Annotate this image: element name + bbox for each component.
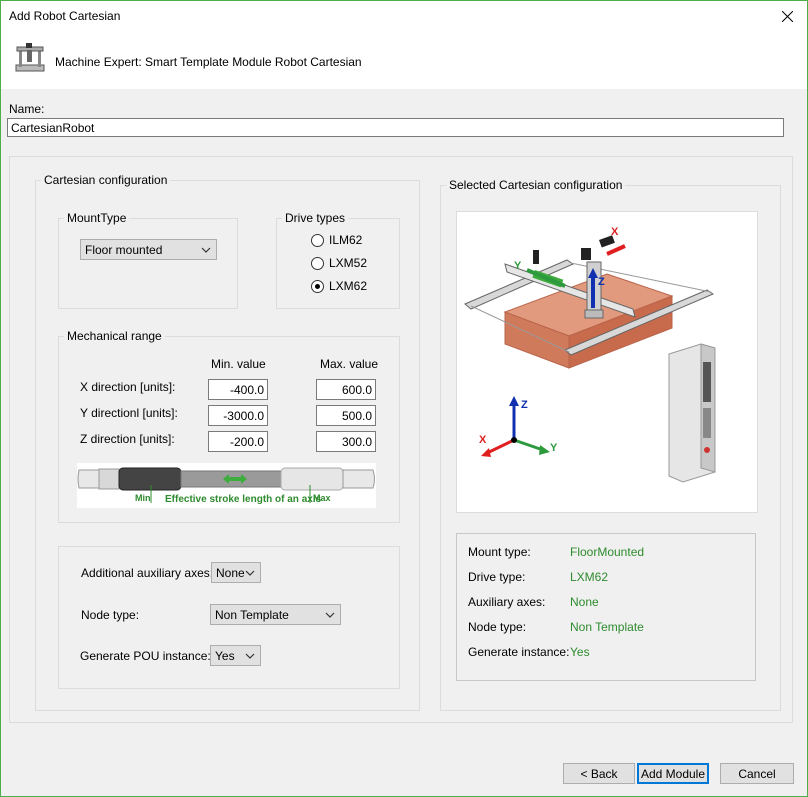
node-type-value: Non Template [215, 608, 289, 622]
mount-type-dropdown[interactable]: Floor mounted [80, 239, 217, 260]
back-button[interactable]: < Back [563, 763, 635, 784]
close-button[interactable] [767, 1, 807, 31]
robot-y-axis-label: Y [514, 260, 522, 272]
summary-value-node-type: Non Template [570, 620, 644, 634]
node-type-dropdown[interactable]: Non Template [210, 604, 341, 625]
aux-axes-dropdown[interactable]: None [211, 562, 261, 583]
node-type-label: Node type: [81, 608, 140, 622]
stroke-caption: Effective stroke length of an axis [165, 494, 322, 505]
summary-value-drive-type: LXM62 [570, 570, 609, 584]
aux-axes-value: None [216, 566, 245, 580]
x-direction-label: X direction [units]: [80, 380, 176, 394]
summary-label-mount-type: Mount type: [468, 545, 531, 559]
radio-button[interactable] [311, 233, 324, 247]
summary-value-aux-axes: None [570, 595, 599, 609]
y-max-field[interactable]: 500.0 [316, 405, 376, 426]
generate-pou-dropdown[interactable]: Yes [210, 645, 261, 666]
radio-button[interactable] [311, 256, 324, 270]
triad-y-label: Y [550, 442, 558, 454]
summary-value-generate-instance: Yes [570, 645, 590, 659]
drive-radio-lxm62[interactable]: LXM62 [311, 279, 367, 293]
summary-label-aux-axes: Auxiliary axes: [468, 595, 546, 609]
robot-x-axis-label: X [611, 226, 619, 238]
y-min-field[interactable]: -3000.0 [208, 405, 268, 426]
name-label: Name: [9, 102, 45, 116]
y-direction-label: Y directionl [units]: [80, 406, 178, 420]
summary-label-node-type: Node type: [468, 620, 527, 634]
z-min-field[interactable]: -200.0 [208, 431, 268, 452]
aux-axes-label: Additional auxiliary axes: [81, 566, 214, 580]
chevron-down-icon [245, 653, 255, 659]
cartesian-configuration-legend: Cartesian configuration [44, 173, 168, 187]
title-bar: Add Robot Cartesian [1, 1, 807, 31]
max-value-header: Max. value [320, 357, 379, 371]
chevron-down-icon [325, 612, 335, 618]
summary-label-generate-instance: Generate instance: [468, 645, 570, 659]
triad-x-label: X [479, 434, 487, 446]
name-input[interactable] [7, 118, 784, 137]
z-direction-label: Z direction [units]: [80, 432, 175, 446]
mount-type-group: MountType [58, 211, 238, 309]
robot-z-axis-label: Z [598, 276, 605, 288]
chevron-down-icon [245, 570, 255, 576]
drive-label-lxm52: LXM52 [329, 256, 368, 270]
z-max-field[interactable]: 300.0 [316, 431, 376, 452]
drive-types-legend: Drive types [285, 211, 346, 225]
stroke-length-image: Min Max Effective stroke length of an ax… [77, 463, 376, 508]
generate-pou-value: Yes [215, 649, 235, 663]
drive-radio-lxm52[interactable]: LXM52 [311, 256, 367, 270]
window-title: Add Robot Cartesian [9, 9, 121, 23]
stroke-min-label: Min [135, 493, 151, 503]
header-banner: Machine Expert: Smart Template Module Ro… [1, 31, 807, 89]
dialog-window: Add Robot Cartesian Machine Expert: Smar… [0, 0, 808, 797]
triad-z-label: Z [521, 399, 528, 411]
drive-label-ilm62: ILM62 [329, 233, 363, 247]
cartesian-robot-illustration [464, 235, 716, 483]
add-module-button[interactable]: Add Module [637, 763, 709, 784]
header-title: Machine Expert: Smart Template Module Ro… [55, 55, 362, 69]
drive-radio-ilm62[interactable]: ILM62 [311, 233, 362, 247]
robot-cartesian-icon [15, 43, 45, 72]
radio-button-selected[interactable] [311, 279, 324, 293]
x-max-field[interactable]: 600.0 [316, 379, 376, 400]
drive-label-lxm62: LXM62 [329, 279, 368, 293]
mechanical-range-legend: Mechanical range [67, 329, 162, 343]
x-min-field[interactable]: -400.0 [208, 379, 268, 400]
mount-type-legend: MountType [67, 211, 127, 225]
summary-label-drive-type: Drive type: [468, 570, 526, 584]
robot-preview-image: X Y Z Z X Y [456, 211, 758, 513]
min-value-header: Min. value [211, 357, 266, 371]
mount-type-value: Floor mounted [85, 243, 163, 257]
selected-configuration-legend: Selected Cartesian configuration [449, 178, 623, 192]
generate-pou-label: Generate POU instance: [80, 649, 211, 663]
summary-value-mount-type: FloorMounted [570, 545, 645, 559]
cancel-button[interactable]: Cancel [720, 763, 794, 784]
chevron-down-icon [201, 247, 211, 253]
close-icon [781, 10, 793, 22]
